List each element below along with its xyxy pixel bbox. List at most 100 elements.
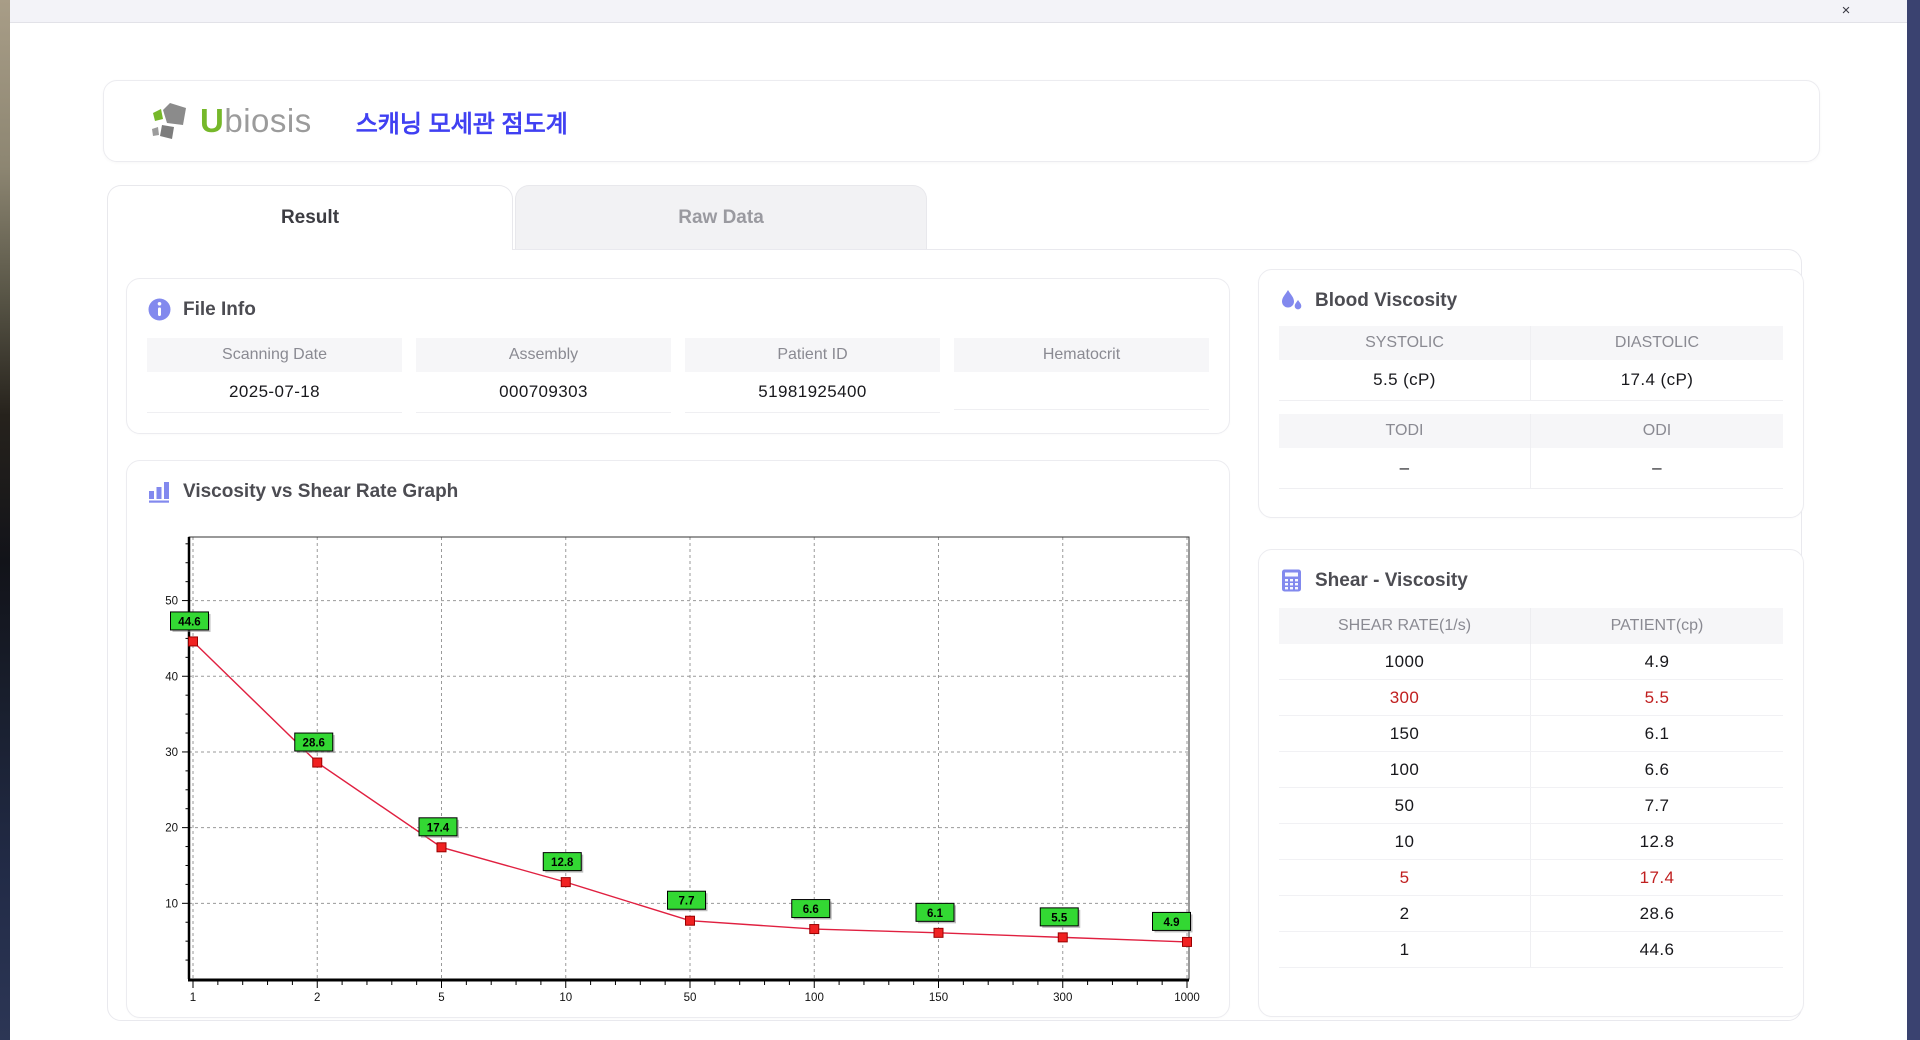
x-tick-label: 1000: [1174, 992, 1200, 1004]
y-tick-label: 40: [165, 671, 178, 683]
data-point-marker: [436, 842, 447, 853]
cell-shear-rate: 50: [1279, 788, 1531, 823]
data-point-label: 17.4: [427, 822, 450, 834]
data-point-label: 4.9: [1164, 917, 1180, 929]
app-header: Ubiosis 스캐닝 모세관 점도계: [103, 80, 1820, 162]
bv-value: –: [1279, 448, 1531, 489]
viscosity-graph-title: Viscosity vs Shear Rate Graph: [183, 480, 459, 502]
tab-result[interactable]: Result: [107, 185, 513, 250]
file-info-fields: Scanning Date 2025-07-18 Assembly 000709303…: [147, 338, 1209, 413]
bv-value: 5.5 (cP): [1279, 360, 1531, 401]
tab-bar: Result Raw Data: [107, 185, 927, 250]
cell-shear-rate: 5: [1279, 860, 1531, 895]
data-point-marker: [560, 877, 571, 888]
blood-viscosity-group: TODI ODI – –: [1279, 414, 1783, 489]
data-point-marker: [312, 757, 323, 768]
x-tick-label: 150: [929, 992, 948, 1004]
data-point-label: 12.8: [551, 857, 574, 869]
page-title: 스캐닝 모세관 점도계: [355, 110, 568, 138]
cell-shear-rate: 300: [1279, 680, 1531, 715]
data-point-marker: [685, 915, 695, 926]
close-icon[interactable]: ×: [1835, 1, 1857, 21]
ubiosis-logo: Ubiosis: [150, 100, 312, 142]
cell-shear-rate: 150: [1279, 716, 1531, 751]
data-point-marker: [933, 927, 944, 938]
viscosity-chart: 10 20 30 40 50 1 2 5 10 50 100 150 300 1000 44.6 28.6 17…: [165, 536, 1200, 1004]
file-info-field: Scanning Date 2025-07-18: [147, 338, 402, 413]
chart-area: 10 20 30 40 50 1 2 5 10 50 100 150 300 1000 44.6 28.6 17…: [159, 529, 1200, 1024]
y-tick-label: 20: [165, 823, 178, 835]
shear-viscosity-table: SHEAR RATE(1/s) PATIENT(cp) 1000 4.9 300 5.…: [1279, 608, 1783, 968]
cell-shear-rate: 1000: [1279, 644, 1531, 679]
data-point-label: 6.1: [927, 908, 944, 920]
bar-chart-icon: [147, 479, 172, 504]
cell-patient: 6.1: [1644, 723, 1670, 743]
x-tick-label: 100: [805, 992, 824, 1004]
cell-patient: 6.6: [1644, 759, 1670, 779]
data-point-label: 44.6: [178, 616, 200, 628]
column-header-patient: PATIENT(cp): [1531, 608, 1783, 644]
info-icon: [147, 297, 172, 322]
x-tick-label: 300: [1053, 992, 1072, 1004]
window-titlebar: ×: [10, 0, 1907, 23]
data-point-marker: [1057, 932, 1068, 943]
shear-viscosity-card: Shear - Viscosity SHEAR RATE(1/s) PATIEN…: [1258, 549, 1804, 1017]
table-row: 300 5.5: [1279, 680, 1783, 716]
file-info-field: Hematocrit: [954, 338, 1209, 413]
cell-shear-rate: 100: [1279, 752, 1531, 787]
field-label: Patient ID: [685, 338, 940, 372]
file-info-card: File Info Scanning Date 2025-07-18 Assembl…: [126, 278, 1230, 434]
bv-label: SYSTOLIC: [1279, 326, 1531, 360]
x-tick-label: 2: [314, 992, 320, 1004]
data-point-label: 6.6: [803, 904, 819, 916]
column-header-shear-rate: SHEAR RATE(1/s): [1279, 608, 1531, 644]
file-info-field: Assembly 000709303: [416, 338, 671, 413]
calculator-icon: [1279, 568, 1304, 593]
shear-viscosity-rows: 1000 4.9 300 5.5 150 6.1 100 6.6 50 7.7 10 12.8 5 17.…: [1279, 644, 1783, 968]
water-drops-icon: [1279, 288, 1304, 313]
data-point-marker: [1182, 936, 1192, 947]
blood-viscosity-title: Blood Viscosity: [1315, 289, 1458, 311]
field-label: Assembly: [416, 338, 671, 372]
logo-text: Ubiosis: [200, 102, 312, 140]
bv-label: TODI: [1279, 414, 1531, 448]
field-label: Scanning Date: [147, 338, 402, 372]
x-tick-label: 1: [190, 992, 196, 1004]
file-info-title: File Info: [183, 298, 256, 320]
table-row: 150 6.1: [1279, 716, 1783, 752]
table-row: 50 7.7: [1279, 788, 1783, 824]
y-tick-label: 50: [165, 596, 178, 608]
table-row: 100 6.6: [1279, 752, 1783, 788]
table-row: 5 17.4: [1279, 860, 1783, 896]
plot-border: [188, 536, 1190, 980]
field-value: 000709303: [416, 372, 671, 413]
tab-raw-data[interactable]: Raw Data: [515, 185, 927, 249]
y-tick-label: 30: [165, 747, 178, 759]
logo-letter-u: U: [200, 102, 225, 139]
ubiosis-logo-icon: [150, 100, 194, 142]
blood-viscosity-group: SYSTOLIC DIASTOLIC 5.5 (cP) 17.4 (cP): [1279, 326, 1783, 401]
cell-shear-rate: 1: [1279, 932, 1531, 967]
app-window: Ubiosis 스캐닝 모세관 점도계 Result Raw Data File…: [10, 23, 1907, 1040]
bv-label: ODI: [1531, 414, 1783, 448]
shear-viscosity-title: Shear - Viscosity: [1315, 569, 1468, 591]
desktop-background-left: [0, 0, 10, 1040]
cell-patient: 12.8: [1639, 831, 1675, 851]
x-tick-label: 5: [438, 992, 444, 1004]
file-info-field: Patient ID 51981925400: [685, 338, 940, 413]
y-tick-label: 10: [165, 898, 178, 910]
bv-value: –: [1531, 448, 1783, 489]
logo-rest: biosis: [224, 102, 312, 139]
data-point-marker: [188, 636, 198, 647]
data-point-marker: [809, 924, 820, 935]
table-row: 10 12.8: [1279, 824, 1783, 860]
data-point-label: 5.5: [1051, 912, 1068, 924]
result-panel: File Info Scanning Date 2025-07-18 Assembl…: [107, 249, 1804, 1021]
desktop-background-right: [1907, 0, 1920, 1040]
data-point-label: 28.6: [303, 738, 325, 750]
cell-patient: 17.4: [1639, 867, 1675, 887]
cell-shear-rate: 2: [1279, 896, 1531, 931]
viscosity-graph-card: Viscosity vs Shear Rate Graph 10 20 30 40 50…: [126, 460, 1230, 1018]
field-value: [954, 372, 1209, 410]
table-row: 2 28.6: [1279, 896, 1783, 932]
